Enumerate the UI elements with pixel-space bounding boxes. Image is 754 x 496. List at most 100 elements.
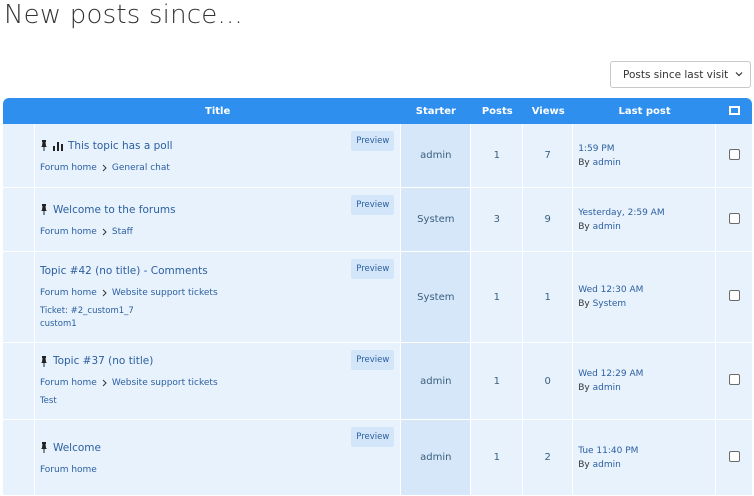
pin-icon <box>40 442 47 453</box>
preview-button[interactable]: Preview <box>351 195 395 215</box>
last-post-author-link[interactable]: admin <box>593 158 621 168</box>
last-post-author-link[interactable]: System <box>593 299 627 309</box>
last-post-by-prefix: By <box>578 383 590 393</box>
starter-cell[interactable]: admin <box>400 420 472 496</box>
last-post-time-link[interactable]: Wed 12:30 AM <box>578 285 715 295</box>
breadcrumb-link[interactable]: Forum home <box>40 163 97 173</box>
row-select-checkbox[interactable] <box>728 148 740 160</box>
posts-count: 1 <box>471 124 524 188</box>
last-post-time-link[interactable]: Yesterday, 2:59 AM <box>578 208 715 218</box>
topic-title-link[interactable]: Topic #42 (no title) - Comments <box>40 265 208 277</box>
row-status-cell <box>3 188 35 252</box>
starter-name[interactable]: admin <box>420 150 451 161</box>
table-row: This topic has a poll Forum home General c… <box>3 124 752 188</box>
breadcrumb-separator-icon <box>102 379 107 387</box>
starter-name[interactable]: admin <box>420 376 451 387</box>
topic-extra-line: custom1 <box>39 318 77 329</box>
column-header-starter[interactable]: Starter <box>400 98 472 124</box>
column-header-title[interactable]: Title <box>34 98 401 124</box>
breadcrumb-link[interactable]: Forum home <box>40 288 97 298</box>
row-status-cell <box>3 252 35 343</box>
preview-button[interactable]: Preview <box>351 259 395 279</box>
row-select-cell <box>716 343 752 420</box>
table-header-row: Title Starter Posts Views Last post <box>3 98 752 124</box>
breadcrumb: Forum home Staff <box>40 227 400 237</box>
last-post-author-link[interactable]: admin <box>593 460 621 470</box>
starter-cell[interactable]: admin <box>400 124 472 188</box>
breadcrumb-separator-icon <box>102 289 107 296</box>
column-header-last-post[interactable]: Last post <box>573 98 717 124</box>
starter-name[interactable]: System <box>417 292 454 303</box>
last-post-cell: Yesterday, 2:59 AM By admin <box>573 188 717 252</box>
posts-count: 1 <box>471 252 524 343</box>
preview-button[interactable]: Preview <box>351 350 395 370</box>
breadcrumb-link[interactable]: General chat <box>112 163 170 173</box>
breadcrumb-link[interactable]: Website support tickets <box>112 378 218 388</box>
topic-title-link[interactable]: Topic #37 (no title) <box>53 355 153 367</box>
breadcrumb-link[interactable]: Staff <box>112 227 133 237</box>
topic-extra-info: Ticket: #2_custom1_7 custom1 <box>40 305 400 331</box>
topic-extra-line: Ticket: #2_custom1_7 <box>39 305 134 316</box>
topics-table: Title Starter Posts Views Last post This… <box>3 98 752 496</box>
breadcrumb: Forum home <box>40 465 400 475</box>
views-count: 1 <box>523 252 574 343</box>
starter-name[interactable]: System <box>417 214 454 225</box>
last-post-time-link[interactable]: Tue 11:40 PM <box>578 446 715 456</box>
topic-extra-line: Test <box>39 396 57 406</box>
last-post-by: By admin <box>578 460 715 470</box>
last-post-by-prefix: By <box>578 157 590 168</box>
column-header-views[interactable]: Views <box>523 98 574 124</box>
topic-heading: Welcome to the forums <box>40 204 400 216</box>
table-row: Welcome to the forums Forum home Staff Prev… <box>3 188 752 252</box>
preview-button[interactable]: Preview <box>351 131 395 151</box>
views-count: 7 <box>523 124 574 188</box>
header-spacer <box>3 98 35 124</box>
breadcrumb-link[interactable]: Forum home <box>40 227 97 237</box>
starter-cell[interactable]: System <box>400 188 472 252</box>
starter-cell[interactable]: System <box>400 252 472 343</box>
last-post-author-link[interactable]: admin <box>593 383 621 393</box>
row-select-checkbox[interactable] <box>728 212 740 224</box>
topic-title-link[interactable]: This topic has a poll <box>68 140 173 152</box>
topic-title-cell: Topic #37 (no title) Forum home Website su… <box>34 343 401 420</box>
row-select-cell <box>716 124 752 188</box>
breadcrumb: Forum home Website support tickets <box>40 378 400 388</box>
table-row: Topic #37 (no title) Forum home Website su… <box>3 343 752 420</box>
breadcrumb-link[interactable]: Forum home <box>40 378 97 388</box>
posts-count: 1 <box>471 343 524 420</box>
row-select-checkbox[interactable] <box>728 374 740 385</box>
last-post-time-link[interactable]: Wed 12:29 AM <box>578 369 715 379</box>
topic-title-link[interactable]: Welcome <box>53 442 101 454</box>
breadcrumb-link[interactable]: Website support tickets <box>112 288 218 298</box>
row-select-checkbox[interactable] <box>728 450 740 462</box>
last-post-by: By admin <box>578 158 715 168</box>
last-post-by-prefix: By <box>578 299 590 309</box>
row-select-cell <box>716 252 752 343</box>
row-select-checkbox[interactable] <box>728 290 740 301</box>
last-post-cell: Wed 12:30 AM By System <box>573 252 717 343</box>
posts-since-select-value: Posts since last visit <box>623 68 729 81</box>
row-status-cell <box>3 343 35 420</box>
column-header-posts[interactable]: Posts <box>471 98 524 124</box>
select-all-checkbox[interactable] <box>716 98 752 124</box>
last-post-by-prefix: By <box>578 459 590 470</box>
chevron-down-icon <box>735 72 743 77</box>
starter-name[interactable]: admin <box>420 452 451 463</box>
last-post-time-link[interactable]: 1:59 PM <box>578 144 715 154</box>
last-post-author-link[interactable]: admin <box>593 222 621 232</box>
last-post-by: By System <box>578 299 715 309</box>
topic-extra-info: Test <box>40 395 400 408</box>
breadcrumb-separator-icon <box>102 164 107 171</box>
row-status-cell <box>3 124 35 188</box>
starter-cell[interactable]: admin <box>400 343 472 420</box>
preview-button[interactable]: Preview <box>351 427 395 447</box>
topic-title-cell: Welcome Forum home Preview <box>34 420 401 496</box>
topic-title-link[interactable]: Welcome to the forums <box>53 204 176 216</box>
page-title: New posts since... <box>4 0 243 30</box>
posts-since-select[interactable]: Posts since last visit <box>610 61 751 88</box>
topic-heading: Topic #37 (no title) <box>40 355 400 367</box>
table-row: Welcome Forum home Preview admin 1 2 Tue 11:40… <box>3 420 752 496</box>
topic-heading: Welcome <box>40 442 400 454</box>
pin-icon <box>40 355 47 367</box>
breadcrumb-link[interactable]: Forum home <box>40 465 97 475</box>
